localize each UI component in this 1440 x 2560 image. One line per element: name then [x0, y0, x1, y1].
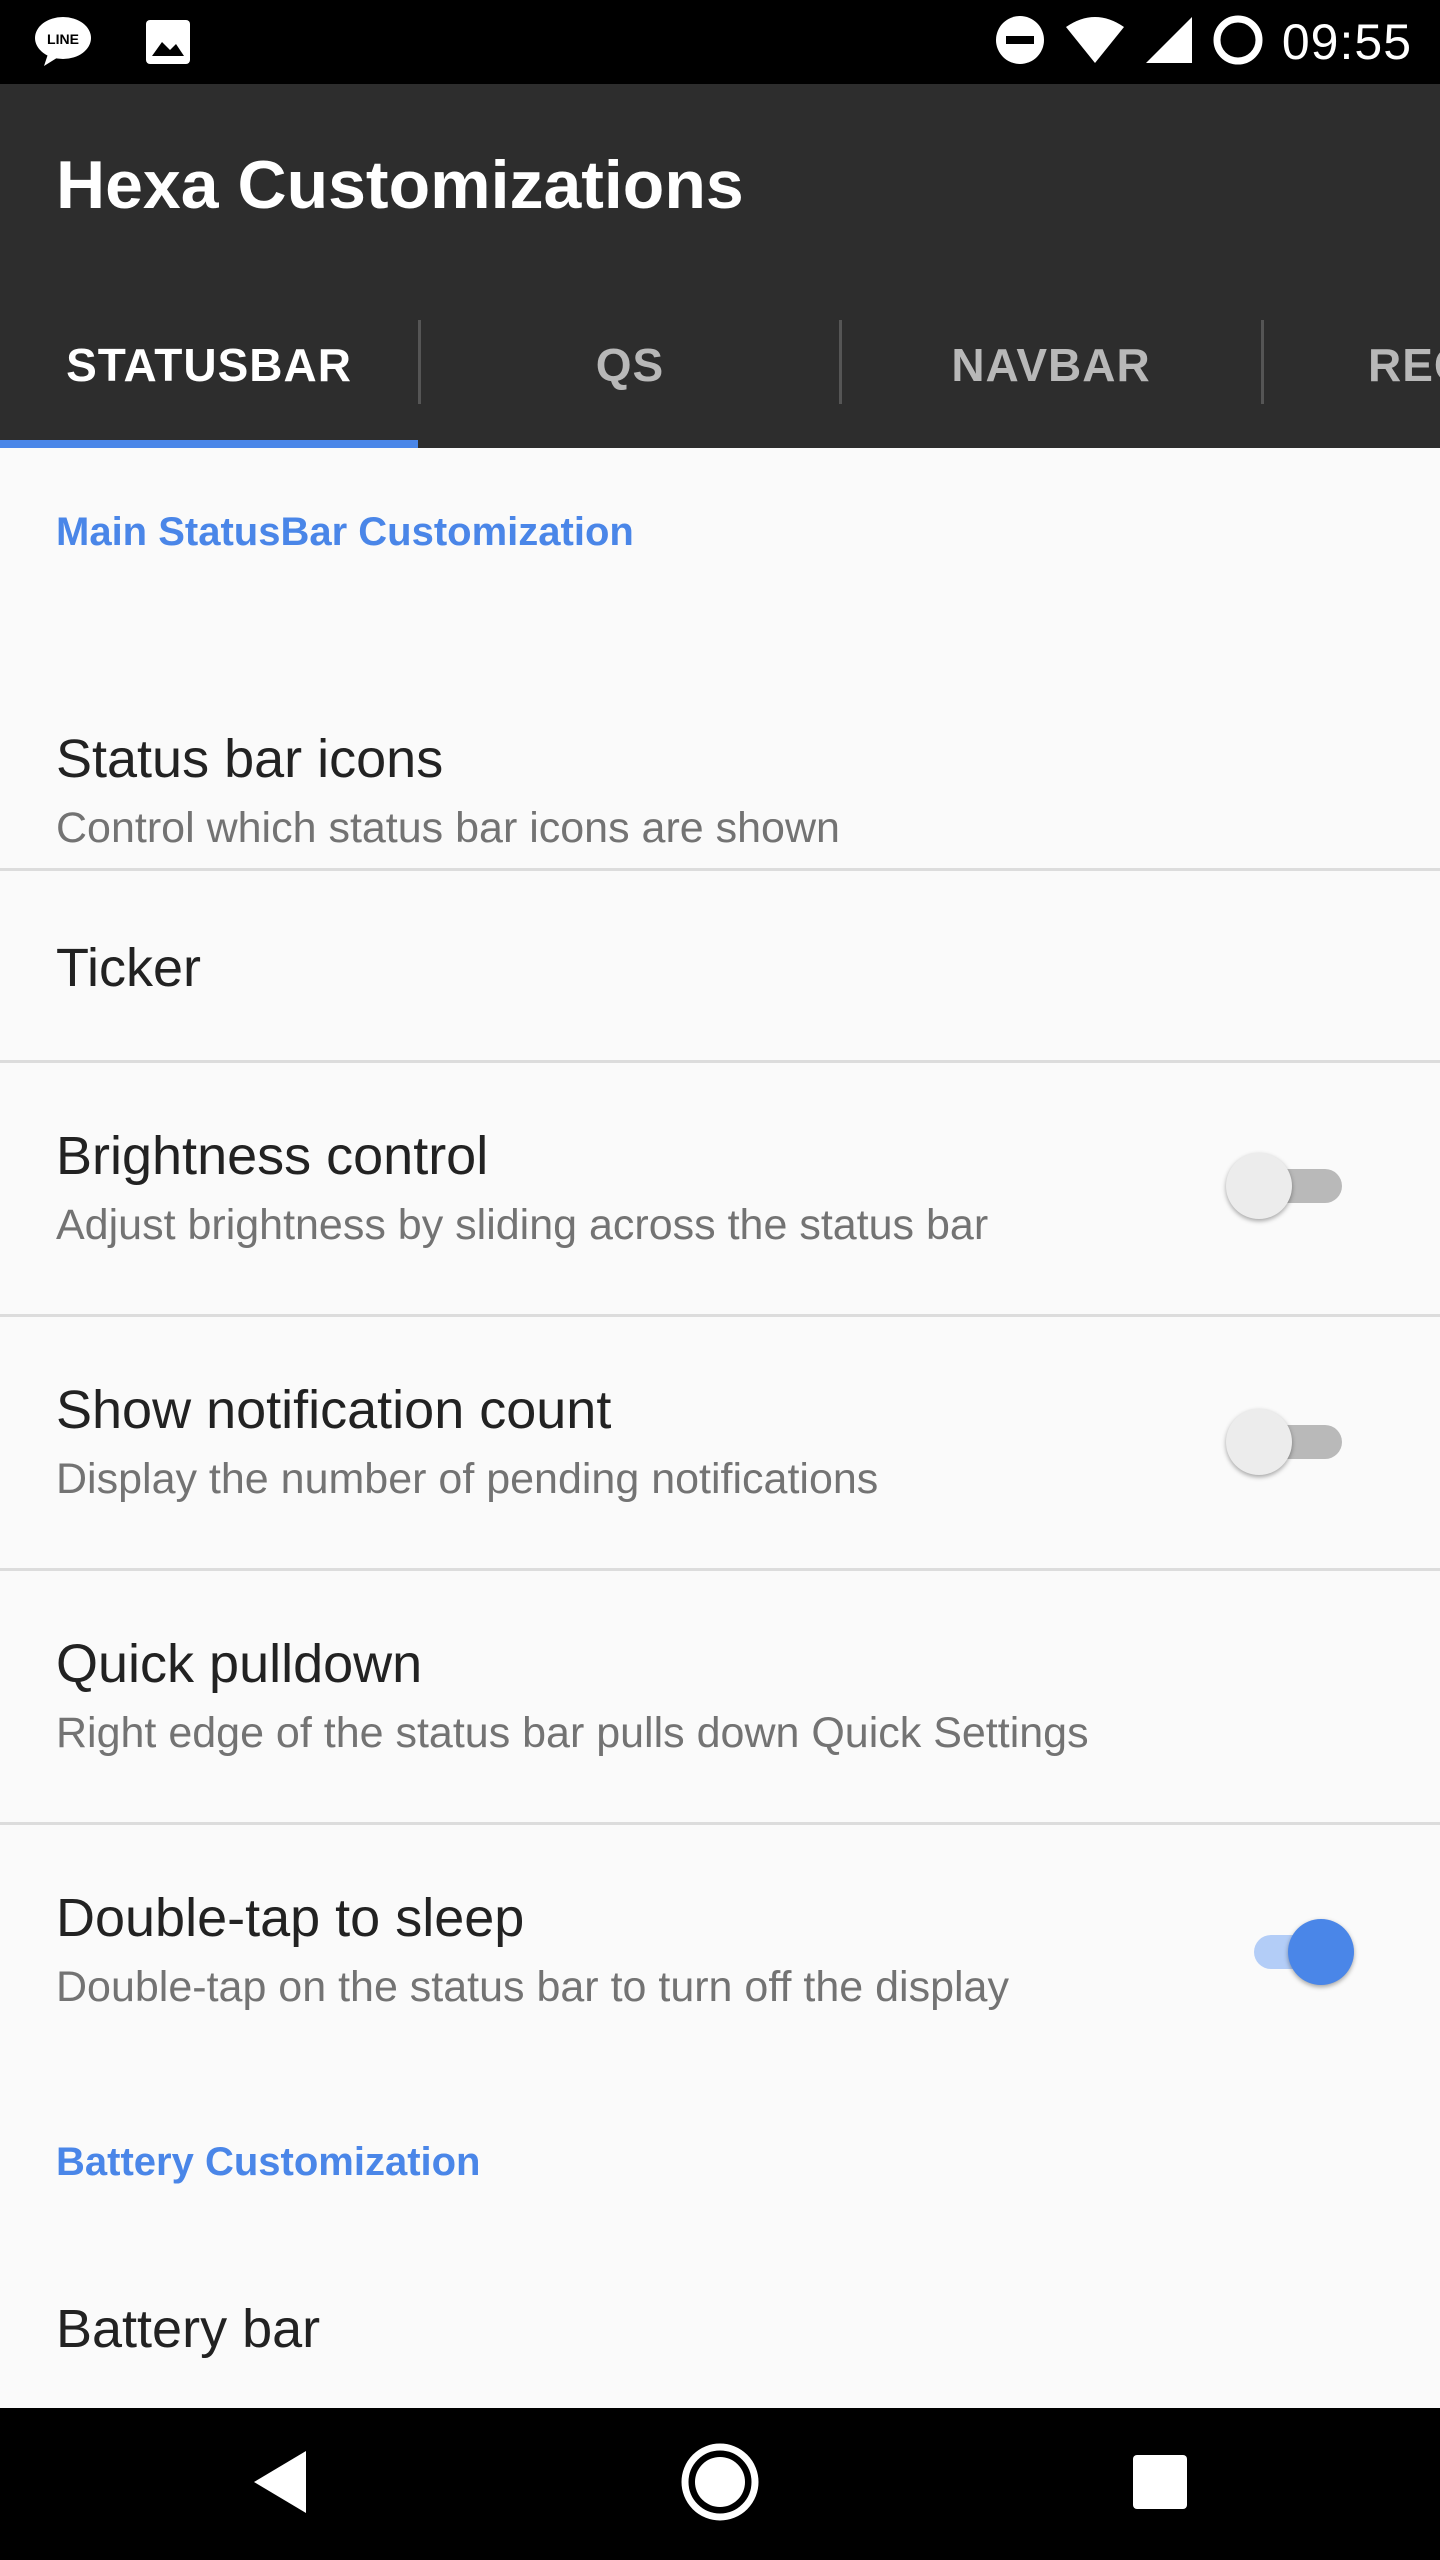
- home-icon: [680, 2442, 760, 2527]
- recents-button[interactable]: [1060, 2408, 1260, 2560]
- pref-status-bar-icons[interactable]: Status bar icons Control which status ba…: [0, 648, 1440, 866]
- notification-count-switch[interactable]: [1226, 1403, 1356, 1479]
- pref-title: Battery bar: [56, 2299, 321, 2359]
- switch-thumb: [1226, 1409, 1292, 1475]
- pref-summary: Display the number of pending notificati…: [56, 1455, 879, 1503]
- pref-summary: Control which status bar icons are shown: [56, 804, 840, 852]
- back-icon: [248, 2447, 312, 2522]
- section-header-battery: Battery Customization: [56, 2140, 481, 2184]
- pref-title: Status bar icons: [56, 729, 444, 789]
- tab-qs[interactable]: QS: [421, 282, 839, 448]
- do-not-disturb-icon: [994, 14, 1046, 71]
- pref-title: Quick pulldown: [56, 1634, 423, 1694]
- svg-text:LINE: LINE: [47, 31, 79, 47]
- pref-quick-pulldown[interactable]: Quick pulldown Right edge of the status …: [0, 1571, 1440, 1821]
- line-app-icon: LINE: [34, 16, 92, 73]
- pref-title: Brightness control: [56, 1126, 489, 1186]
- app-title: Hexa Customizations: [56, 147, 744, 223]
- pref-title: Show notification count: [56, 1380, 612, 1440]
- gallery-icon: [144, 18, 192, 71]
- system-nav-bar: [0, 2408, 1440, 2560]
- pref-brightness-control[interactable]: Brightness control Adjust brightness by …: [0, 1063, 1440, 1313]
- battery-saver-icon: [1212, 14, 1264, 71]
- pref-summary: Double-tap on the status bar to turn off…: [56, 1963, 1009, 2011]
- pref-title: Ticker: [56, 938, 201, 998]
- home-button[interactable]: [620, 2408, 820, 2560]
- cell-signal-icon: [1144, 15, 1194, 70]
- switch-thumb: [1288, 1919, 1354, 1985]
- brightness-control-switch[interactable]: [1226, 1147, 1356, 1223]
- pref-battery-bar[interactable]: Battery bar: [0, 2248, 1440, 2408]
- preferences-list: Main StatusBar Customization Status bar …: [0, 448, 1440, 2408]
- tab-navbar[interactable]: NAVBAR: [842, 282, 1260, 448]
- system-status-bar: LINE 09:55: [0, 0, 1440, 84]
- tab-recents[interactable]: REC: [1264, 282, 1440, 448]
- switch-thumb: [1226, 1153, 1292, 1219]
- pref-double-tap-to-sleep[interactable]: Double-tap to sleep Double-tap on the st…: [0, 1825, 1440, 2075]
- recents-icon: [1131, 2453, 1189, 2516]
- tab-statusbar[interactable]: STATUSBAR: [0, 282, 418, 448]
- back-button[interactable]: [180, 2408, 380, 2560]
- app-toolbar: Hexa Customizations STATUSBAR QS NAVBAR …: [0, 84, 1440, 448]
- tab-bar: STATUSBAR QS NAVBAR REC: [0, 282, 1440, 448]
- double-tap-to-sleep-switch[interactable]: [1226, 1913, 1356, 1989]
- pref-show-notification-count[interactable]: Show notification count Display the numb…: [0, 1317, 1440, 1567]
- pref-summary: Adjust brightness by sliding across the …: [56, 1201, 989, 1249]
- clock: 09:55: [1281, 14, 1412, 70]
- pref-summary: Right edge of the status bar pulls down …: [56, 1709, 1089, 1757]
- section-header-main: Main StatusBar Customization: [56, 510, 634, 554]
- pref-ticker[interactable]: Ticker: [0, 871, 1440, 1061]
- active-tab-indicator: [0, 440, 418, 448]
- wifi-icon: [1064, 15, 1126, 70]
- pref-title: Double-tap to sleep: [56, 1888, 525, 1948]
